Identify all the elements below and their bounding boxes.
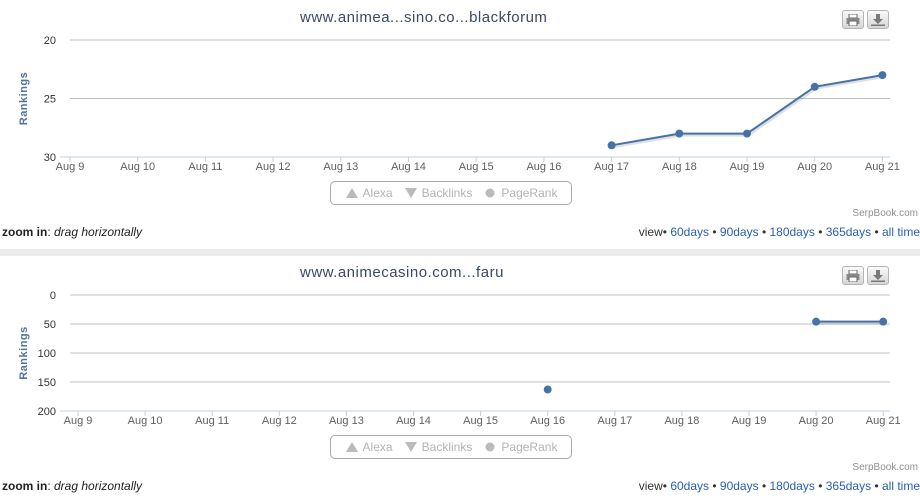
chart-credit[interactable]: SerpBook.com [852, 462, 918, 473]
chart-credit[interactable]: SerpBook.com [852, 208, 918, 219]
view-180days-link[interactable]: 180days [769, 479, 814, 493]
x-tick-label: Aug 9 [64, 415, 93, 427]
x-tick-label: Aug 19 [732, 415, 767, 427]
view-range-links: view• 60days • 90days • 180days • 365day… [638, 479, 920, 493]
circle-icon [485, 188, 495, 198]
triangle-down-icon [404, 188, 417, 198]
data-point [879, 317, 888, 326]
x-tick-label: Aug 13 [329, 415, 364, 427]
legend-item-alexa[interactable]: Alexa [345, 440, 393, 454]
x-tick-label: Aug 16 [530, 415, 565, 427]
x-tick-label: Aug 12 [256, 161, 291, 173]
x-tick-label: Aug 10 [120, 161, 155, 173]
y-tick-label: 100 [38, 348, 56, 360]
legend-item-backlinks[interactable]: Backlinks [404, 440, 472, 454]
x-tick-label: Aug 14 [396, 415, 431, 427]
x-tick-label: Aug 20 [797, 161, 832, 173]
data-point [607, 141, 616, 150]
legend-item-pagerank[interactable]: PageRank [483, 440, 557, 454]
x-tick-label: Aug 13 [323, 161, 358, 173]
y-axis-title: Rankings [18, 326, 30, 380]
panel-separator [0, 249, 920, 256]
view-180days-link[interactable]: 180days [769, 225, 814, 239]
x-tick-label: Aug 14 [391, 161, 426, 173]
x-tick-label: Aug 17 [597, 415, 632, 427]
x-tick-label: Aug 11 [188, 161, 222, 173]
zoom-hint: zoom in: drag horizontally [2, 479, 143, 493]
x-tick-label: Aug 20 [799, 415, 834, 427]
x-tick-label: Aug 16 [526, 161, 561, 173]
x-tick-label: Aug 11 [195, 415, 229, 427]
x-tick-label: Aug 10 [128, 415, 163, 427]
y-tick-label: 50 [44, 319, 56, 331]
data-point [543, 385, 552, 394]
chart-legend: Alexa Backlinks PageRank [330, 435, 572, 459]
legend-item-backlinks[interactable]: Backlinks [404, 186, 472, 200]
x-tick-label: Aug 9 [56, 161, 85, 173]
x-tick-label: Aug 15 [459, 161, 494, 173]
view-60days-link[interactable]: 60days [670, 225, 709, 239]
x-tick-label: Aug 19 [730, 161, 765, 173]
x-tick-label: Aug 15 [463, 415, 498, 427]
data-point [810, 82, 819, 91]
zoom-hint: zoom in: drag horizontally [2, 225, 143, 239]
data-point [812, 317, 821, 326]
ranking-chart-1[interactable]: 20 25 30Aug 9 Aug 10 Aug 11 Aug 12 Aug 13 Aug 1… [0, 0, 920, 200]
y-tick-label: 30 [44, 152, 56, 164]
legend-item-pagerank[interactable]: PageRank [483, 186, 557, 200]
x-tick-label: Aug 21 [865, 161, 900, 173]
ranking-chart-panel-1: www.animea...sino.co...blackforum 20 25 30… [0, 0, 920, 248]
view-90days-link[interactable]: 90days [720, 479, 759, 493]
chart-legend: Alexa Backlinks PageRank [330, 181, 572, 205]
view-range-links: view• 60days • 90days • 180days • 365day… [638, 225, 920, 239]
view-alltime-link[interactable]: all time [882, 479, 920, 493]
legend-item-alexa[interactable]: Alexa [345, 186, 393, 200]
view-90days-link[interactable]: 90days [720, 225, 759, 239]
x-tick-label: Aug 21 [866, 415, 901, 427]
data-point [743, 129, 751, 138]
x-tick-label: Aug 17 [594, 161, 629, 173]
y-tick-label: 200 [38, 406, 56, 418]
triangle-up-icon [345, 188, 358, 198]
ranking-chart-2[interactable]: 0 50 100 150 200 Aug 9 Aug 10 Aug 11 Aug 12 Aug 1… [0, 256, 920, 456]
y-tick-label: 150 [38, 377, 56, 389]
circle-icon [485, 442, 495, 452]
view-60days-link[interactable]: 60days [670, 479, 709, 493]
view-alltime-link[interactable]: all time [882, 225, 920, 239]
x-tick-label: Aug 12 [262, 415, 297, 427]
y-tick-label: 25 [44, 94, 56, 106]
y-tick-label: 20 [44, 35, 56, 47]
data-point [675, 129, 684, 138]
y-axis-title: Rankings [18, 72, 30, 126]
ranking-chart-panel-2: www.animecasino.com...faru 0 50 100 150 200 A… [0, 256, 920, 502]
y-tick-label: 0 [50, 290, 56, 302]
x-tick-label: Aug 18 [664, 415, 699, 427]
data-point [878, 71, 887, 80]
view-365days-link[interactable]: 365days [826, 479, 871, 493]
view-365days-link[interactable]: 365days [826, 225, 871, 239]
triangle-up-icon [345, 442, 358, 452]
x-tick-label: Aug 18 [662, 161, 697, 173]
triangle-down-icon [404, 442, 417, 452]
